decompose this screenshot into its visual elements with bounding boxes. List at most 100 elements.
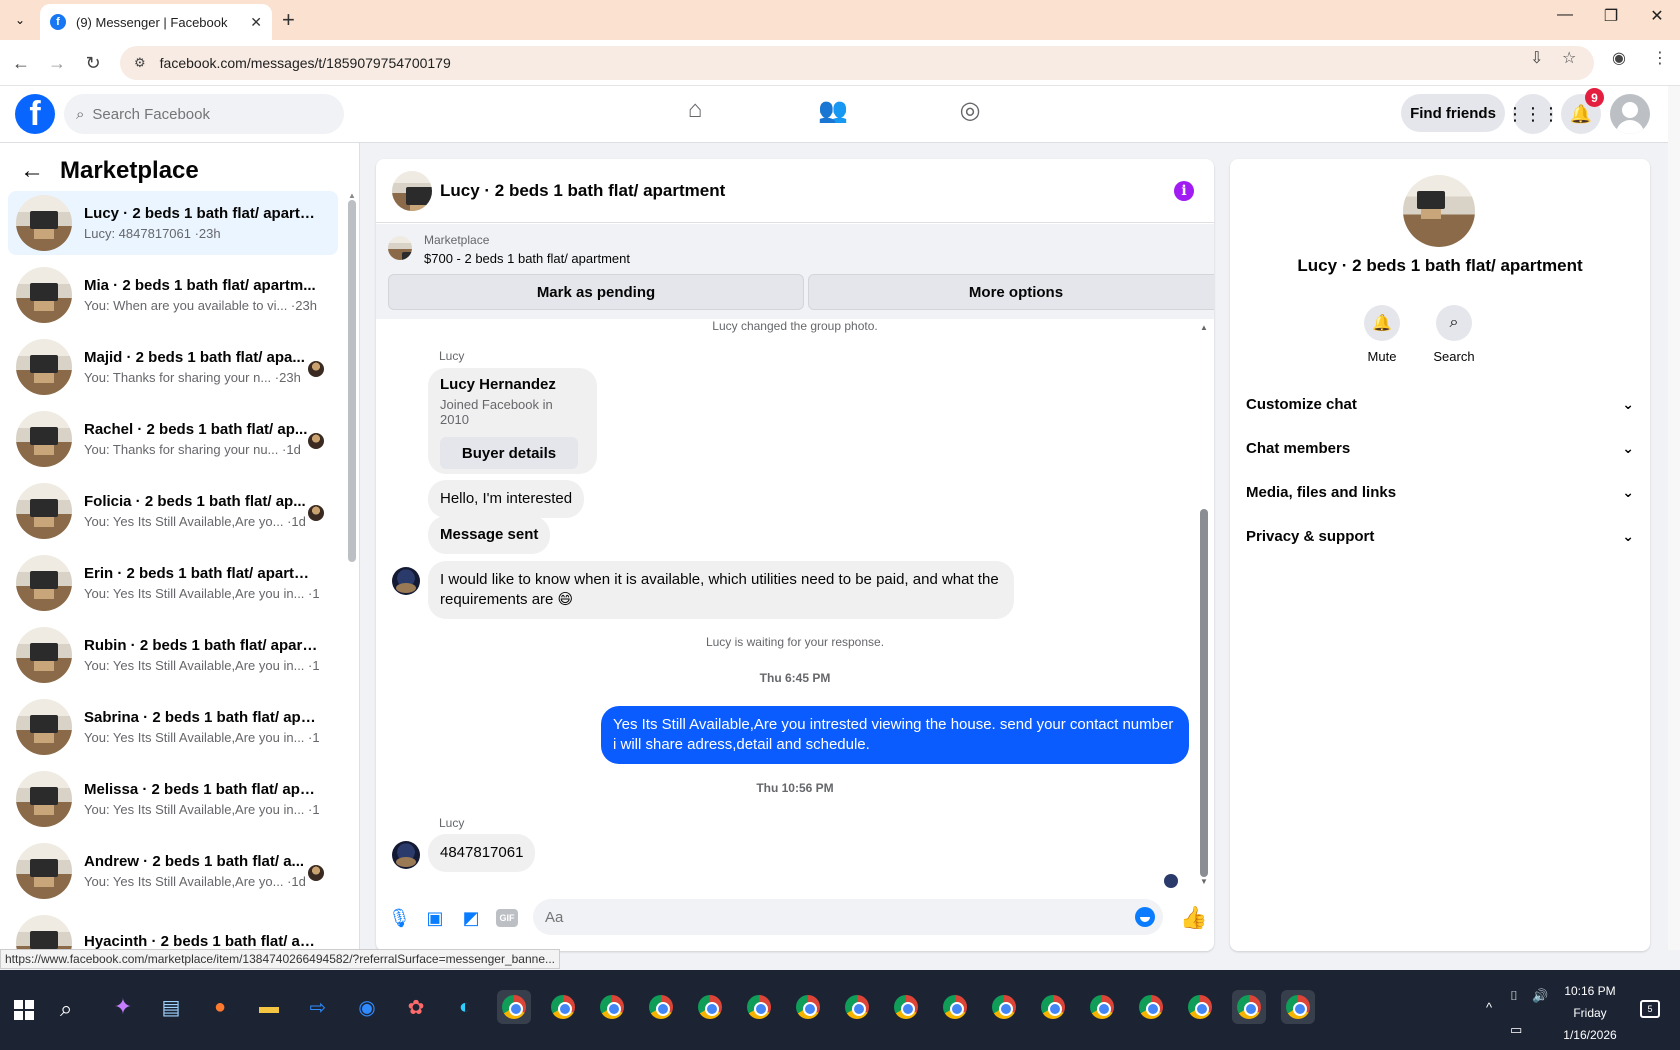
chrome-icon[interactable] xyxy=(742,990,776,1024)
new-tab-button[interactable]: + xyxy=(282,8,295,32)
scroll-up-arrow-icon[interactable]: ▲ xyxy=(348,191,356,200)
chrome-icon[interactable] xyxy=(546,990,580,1024)
app-icon[interactable]: ◉ xyxy=(350,990,384,1024)
conversation-item[interactable]: Andrew · 2 beds 1 bath flat/ a... You: Ye… xyxy=(8,839,338,903)
more-options-button[interactable]: More options xyxy=(808,274,1214,310)
bookmark-star-icon[interactable]: ☆ xyxy=(1562,48,1576,68)
profile-icon[interactable]: ◉ xyxy=(1612,48,1626,68)
conversation-item[interactable]: Lucy · 2 beds 1 bath flat/ apartm... Lucy… xyxy=(8,191,338,255)
listing-price[interactable]: $700 - 2 beds 1 bath flat/ apartment xyxy=(424,251,630,266)
chrome-icon[interactable] xyxy=(840,990,874,1024)
message-input-wrapper[interactable] xyxy=(533,899,1163,935)
customize-chat-section[interactable]: Customize chat ⌄ xyxy=(1246,382,1634,426)
minimize-icon[interactable]: — xyxy=(1550,6,1580,24)
chrome-icon[interactable] xyxy=(938,990,972,1024)
app-icon[interactable]: ✿ xyxy=(399,990,433,1024)
menu-grid-icon[interactable]: ⋮⋮⋮ xyxy=(1506,94,1560,134)
chat-members-section[interactable]: Chat members ⌄ xyxy=(1246,426,1634,470)
camera-icon[interactable]: ⌷ xyxy=(1510,988,1518,1004)
app-icon[interactable]: ⇨ xyxy=(301,990,335,1024)
install-app-icon[interactable]: ⇩ xyxy=(1530,48,1543,68)
taskbar-search-icon[interactable]: ⌕ xyxy=(60,996,72,1022)
restore-icon[interactable]: ❐ xyxy=(1596,6,1626,26)
emoji-icon[interactable] xyxy=(1135,907,1155,927)
back-arrow-icon[interactable]: ← xyxy=(20,157,44,185)
tab-close-icon[interactable]: ✕ xyxy=(250,14,262,31)
facebook-logo-icon[interactable]: f xyxy=(15,94,55,134)
windows-start-icon[interactable] xyxy=(14,1000,34,1020)
chrome-icon[interactable] xyxy=(791,990,825,1024)
listing-thumbnail[interactable] xyxy=(1403,175,1475,247)
conversation-item[interactable]: Sabrina · 2 beds 1 bath flat/ apar... You… xyxy=(8,695,338,759)
photo-icon[interactable]: ▣ xyxy=(424,907,446,929)
gif-icon[interactable]: GIF xyxy=(496,909,518,927)
file-explorer-icon[interactable]: ▬ xyxy=(252,990,286,1024)
chrome-icon[interactable] xyxy=(644,990,678,1024)
chrome-icon[interactable] xyxy=(1036,990,1070,1024)
message-bubble[interactable]: I would like to know when it is availabl… xyxy=(428,561,1014,619)
outgoing-message-bubble[interactable]: Yes Its Still Available,Are you intreste… xyxy=(601,706,1189,764)
browser-tab[interactable]: f (9) Messenger | Facebook ✕ xyxy=(40,4,272,40)
back-icon[interactable]: ← xyxy=(8,50,34,76)
chrome-icon[interactable] xyxy=(497,990,531,1024)
conversation-info-icon[interactable]: i xyxy=(1174,181,1194,201)
mark-as-pending-button[interactable]: Mark as pending xyxy=(388,274,804,310)
tray-chevron-icon[interactable]: ^ xyxy=(1486,1000,1492,1015)
forward-icon[interactable]: → xyxy=(44,50,70,76)
home-icon[interactable]: ⌂ xyxy=(675,96,715,132)
browser-menu-icon[interactable]: ⋮ xyxy=(1652,48,1668,68)
conversation-item[interactable]: Folicia · 2 beds 1 bath flat/ ap... You: … xyxy=(8,479,338,543)
chrome-icon[interactable] xyxy=(889,990,923,1024)
microphone-icon[interactable]: 🎙 xyxy=(388,907,411,929)
chat-scrollbar[interactable] xyxy=(1200,509,1208,877)
mute-button[interactable]: 🔔 Mute xyxy=(1352,305,1412,364)
conversation-item[interactable]: Hyacinth · 2 beds 1 bath flat/ ap... xyxy=(8,911,338,950)
edge-icon[interactable]: ◐ xyxy=(448,990,482,1024)
reload-icon[interactable]: ↻ xyxy=(80,50,106,76)
message-input[interactable] xyxy=(545,908,1105,926)
chrome-icon[interactable] xyxy=(987,990,1021,1024)
chat-title[interactable]: Lucy · 2 beds 1 bath flat/ apartment xyxy=(440,181,725,201)
scroll-up-arrow-icon[interactable]: ▲ xyxy=(1200,323,1208,332)
url-field[interactable]: ⚙ facebook.com/messages/t/18590797547001… xyxy=(120,46,1594,80)
facebook-search[interactable]: ⌕ xyxy=(64,94,344,134)
tab-search-dropdown[interactable]: ⌄ xyxy=(8,8,32,32)
chrome-icon[interactable] xyxy=(1134,990,1168,1024)
chrome-icon[interactable] xyxy=(1232,990,1266,1024)
page-scrollbar[interactable] xyxy=(1668,86,1680,950)
message-bubble[interactable]: Hello, I'm interested xyxy=(428,480,585,518)
conversation-item[interactable]: Melissa · 2 beds 1 bath flat/ apar... You… xyxy=(8,767,338,831)
find-friends-button[interactable]: Find friends xyxy=(1401,94,1505,132)
privacy-support-section[interactable]: Privacy & support ⌄ xyxy=(1246,514,1634,558)
chrome-icon[interactable] xyxy=(693,990,727,1024)
chrome-icon[interactable] xyxy=(1281,990,1315,1024)
conversation-item[interactable]: Rubin · 2 beds 1 bath flat/ apart... You:… xyxy=(8,623,338,687)
site-info-icon[interactable]: ⚙ xyxy=(134,55,146,71)
conversation-item[interactable]: Erin · 2 beds 1 bath flat/ apartm... You:… xyxy=(8,551,338,615)
conversation-item[interactable]: Majid · 2 beds 1 bath flat/ apa... You: T… xyxy=(8,335,338,399)
thumbs-up-icon[interactable]: 👍 xyxy=(1180,905,1207,931)
account-avatar[interactable] xyxy=(1610,94,1650,134)
sticker-icon[interactable]: ◩ xyxy=(460,907,482,929)
chat-thumbnail[interactable] xyxy=(392,170,432,211)
message-bubble[interactable]: 4847817061 xyxy=(428,834,536,872)
chrome-icon[interactable] xyxy=(595,990,629,1024)
buyer-details-button[interactable]: Buyer details xyxy=(440,437,578,469)
message-bubble[interactable]: Message sent xyxy=(428,516,551,554)
groups-icon[interactable]: ◎ xyxy=(950,96,990,132)
app-icon[interactable]: ▤ xyxy=(154,990,188,1024)
media-files-links-section[interactable]: Media, files and links ⌄ xyxy=(1246,470,1634,514)
listing-thumbnail[interactable] xyxy=(388,236,412,260)
conversation-item[interactable]: Rachel · 2 beds 1 bath flat/ ap... You: T… xyxy=(8,407,338,471)
chrome-icon[interactable] xyxy=(1183,990,1217,1024)
sidebar-scrollbar[interactable] xyxy=(348,200,356,562)
copilot-icon[interactable]: ✦ xyxy=(106,990,140,1024)
volume-icon[interactable]: 🔊 xyxy=(1532,988,1548,1004)
close-window-icon[interactable]: ✕ xyxy=(1642,6,1672,26)
notification-center-icon[interactable]: 5 xyxy=(1640,1000,1660,1018)
lucy-avatar[interactable] xyxy=(392,567,420,595)
conversation-item[interactable]: Mia · 2 beds 1 bath flat/ apartm... You: … xyxy=(8,263,338,327)
friends-icon[interactable]: 👥 xyxy=(813,96,853,132)
firefox-icon[interactable]: ● xyxy=(203,990,237,1024)
lucy-avatar[interactable] xyxy=(392,841,420,869)
